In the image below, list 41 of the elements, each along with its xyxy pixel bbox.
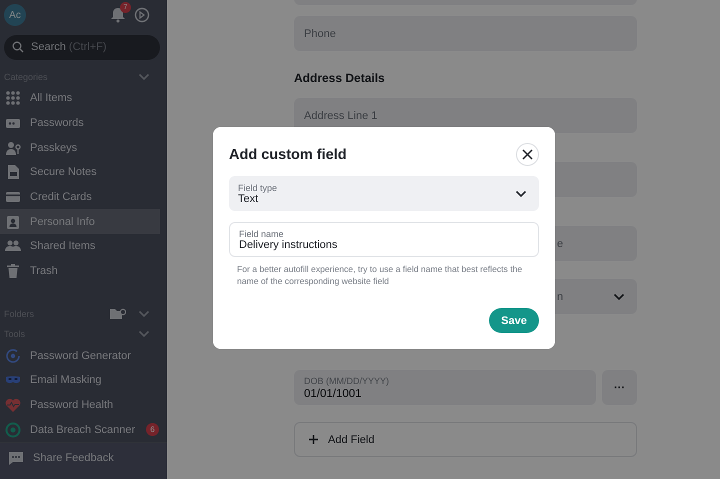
date-field[interactable]: DOB (MM/DD/YYYY) 01/01/1001 <box>294 370 596 405</box>
section-heading: Address Details <box>294 71 386 87</box>
save-button[interactable]: Save <box>489 308 539 333</box>
trash-icon <box>5 262 21 279</box>
category-item[interactable]: Secure Notes <box>0 160 160 185</box>
bell-icon[interactable] <box>110 7 126 24</box>
chat-icon <box>8 450 24 466</box>
field-name-field[interactable]: Field name Delivery instructions <box>229 222 539 257</box>
hint-text: For a better autofill experience, try to use a field name that best reflects the name of the corresponding website field <box>237 264 524 287</box>
tool-item[interactable]: Password Generator <box>0 343 160 368</box>
category-item[interactable]: Personal Info <box>0 209 160 234</box>
tool-item[interactable]: Email Masking <box>0 368 160 393</box>
close-icon <box>522 149 533 160</box>
tool-item[interactable]: Password Health <box>0 392 160 418</box>
dialog-title: Add custom field <box>229 146 347 162</box>
text-input[interactable]: Delivery instructions <box>239 238 529 250</box>
tool-item[interactable]: Data Breach Scanner 6 <box>0 417 160 442</box>
field-label: Field name <box>239 228 285 238</box>
search-icon <box>12 41 24 54</box>
more-button[interactable]: ··· <box>602 370 637 405</box>
person-key-icon <box>5 140 21 156</box>
category-item[interactable]: Passwords <box>0 110 160 136</box>
category-item[interactable]: Trash <box>0 258 160 284</box>
add-field-button[interactable]: Add Field <box>294 422 637 457</box>
text-field[interactable]: Phone <box>294 16 637 51</box>
document-icon <box>5 164 21 180</box>
count-badge: 6 <box>146 423 159 436</box>
category-item[interactable]: Credit Cards <box>0 184 160 210</box>
category-item[interactable]: Passkeys <box>0 135 160 160</box>
target-icon <box>5 422 21 438</box>
category-item[interactable]: Shared Items <box>0 234 160 259</box>
avatar[interactable]: Ac <box>4 4 26 26</box>
heart-pulse-icon <box>5 396 21 413</box>
add-folder-icon[interactable] <box>110 308 126 320</box>
grid-icon <box>5 90 21 106</box>
share-feedback-button[interactable]: Share Feedback <box>0 442 167 479</box>
plus-icon <box>309 435 318 444</box>
chevron-down-icon[interactable] <box>515 190 527 198</box>
id-card-icon <box>5 214 21 230</box>
field-type-select[interactable]: Field type Text <box>229 176 539 211</box>
category-item[interactable]: All Items <box>0 86 160 111</box>
